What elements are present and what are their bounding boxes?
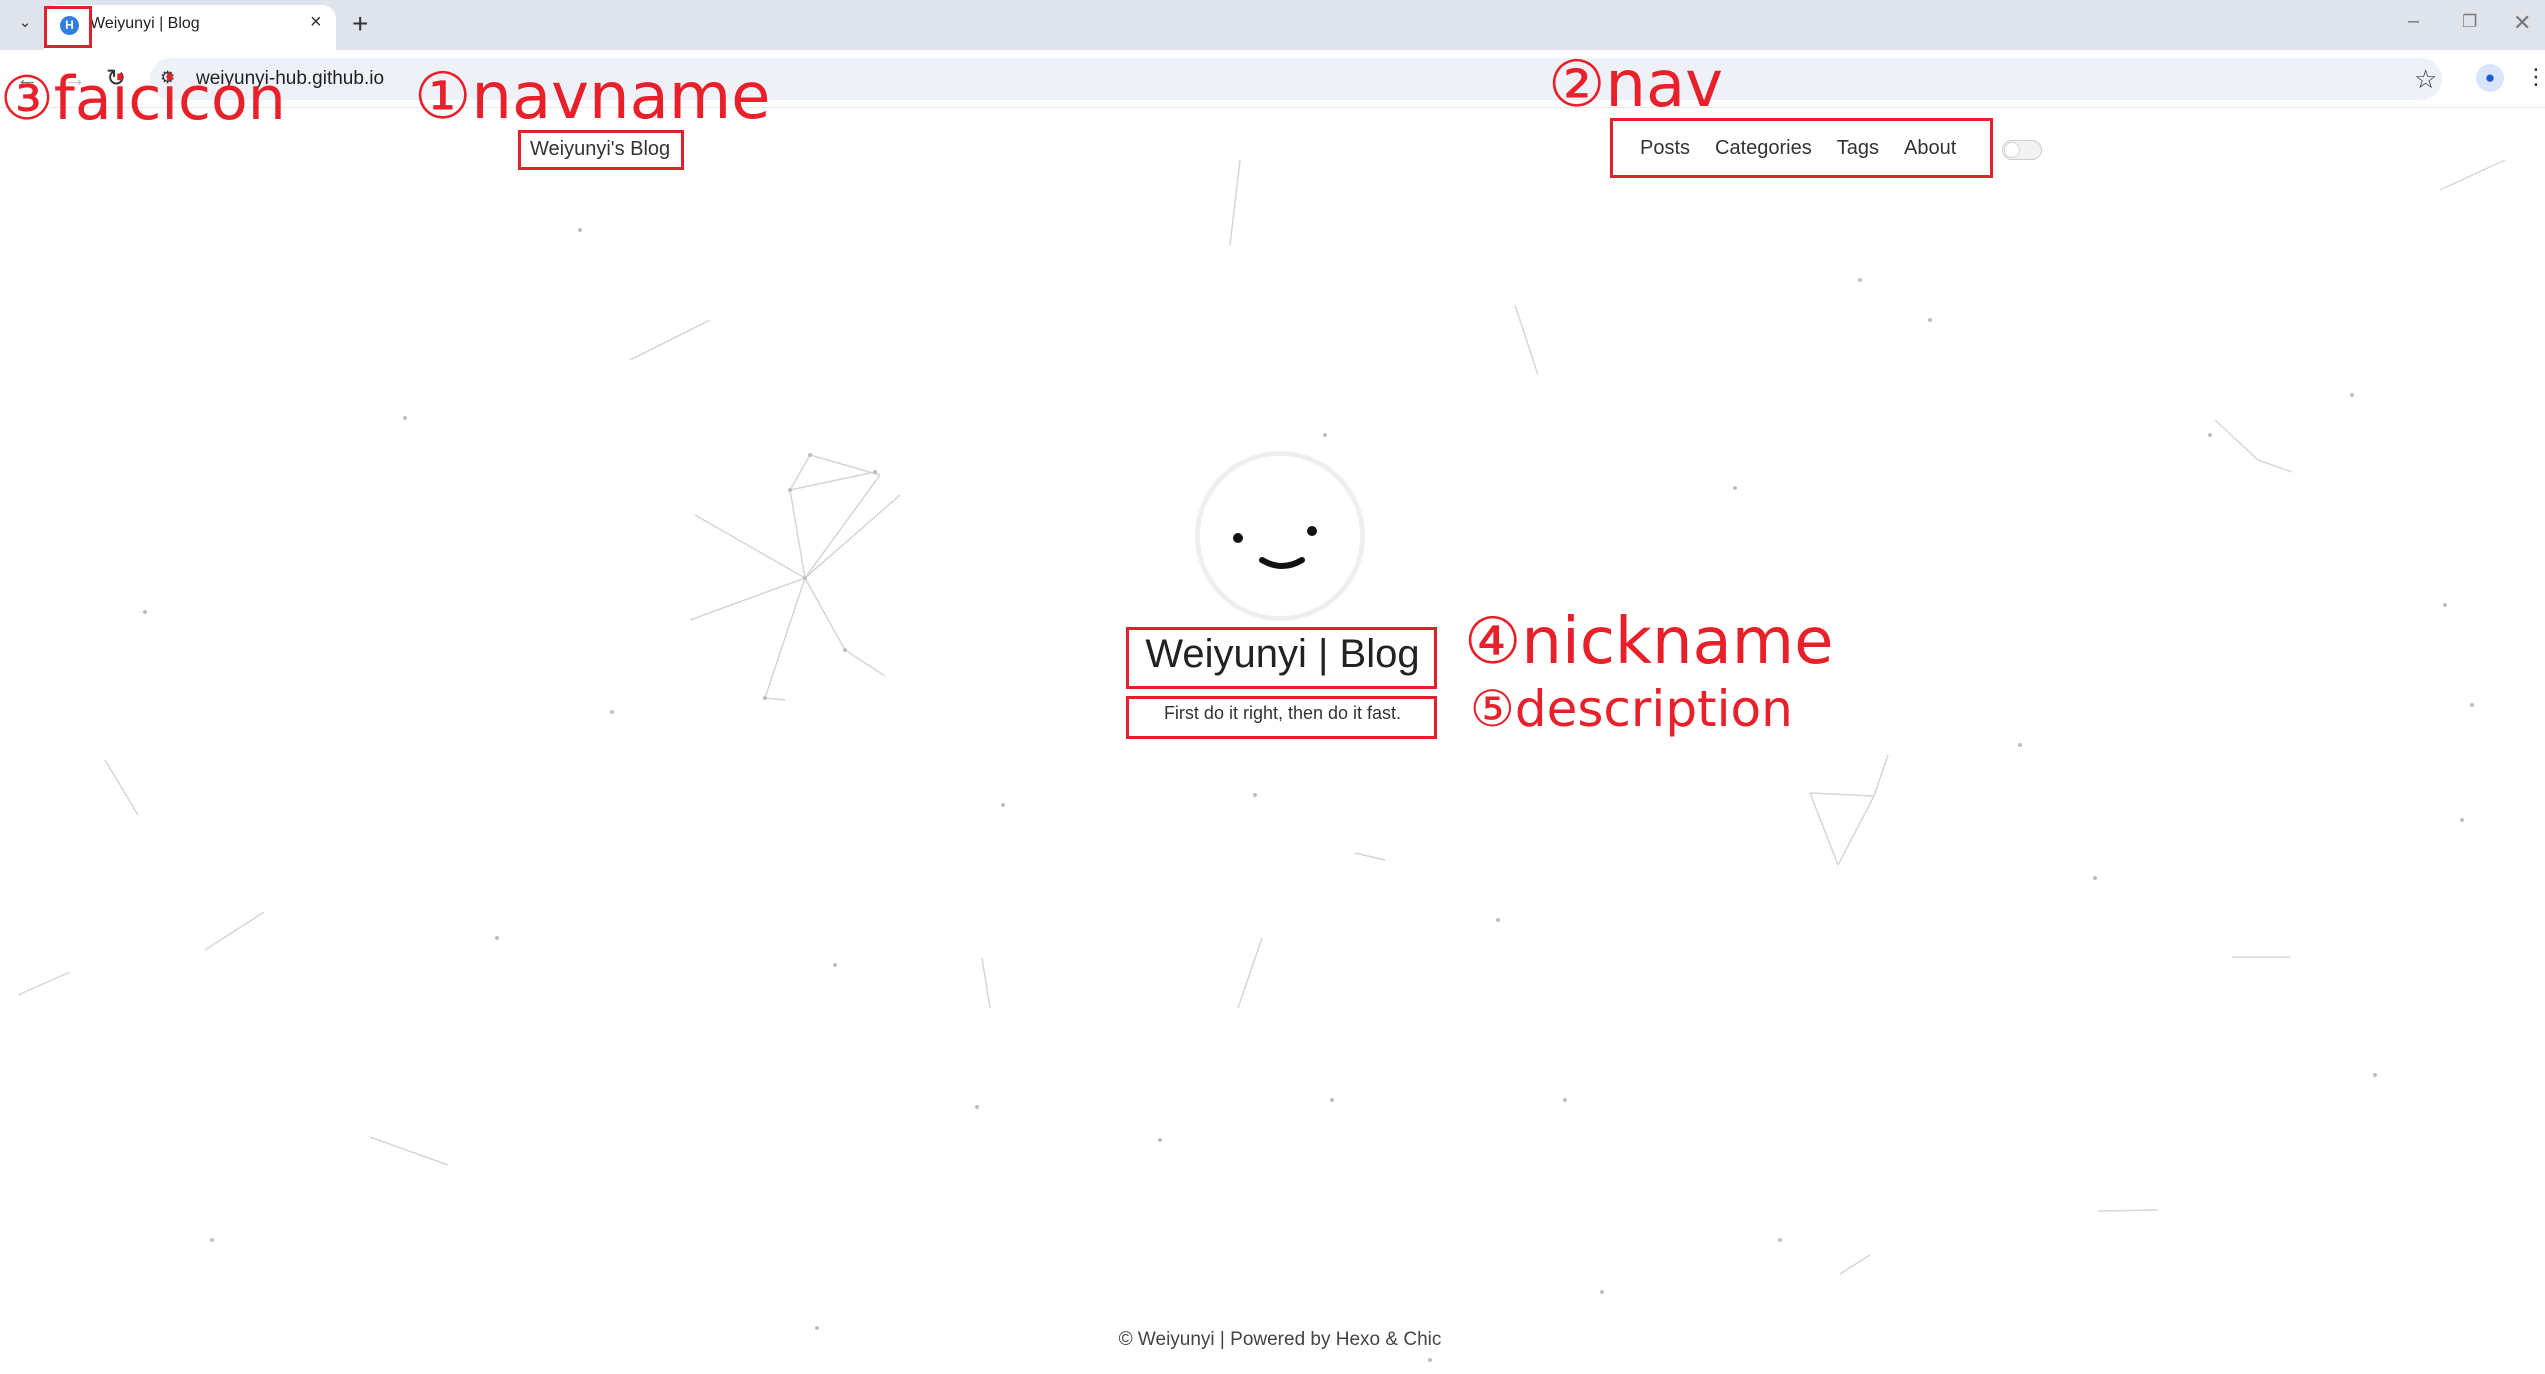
tab-list-button[interactable]: ⌄ (14, 12, 36, 34)
close-tab-icon[interactable]: × (310, 11, 322, 34)
chevron-down-icon: ⌄ (18, 14, 32, 31)
new-tab-button[interactable]: + (352, 8, 368, 40)
restore-window-icon[interactable]: ❐ (2462, 12, 2477, 32)
annotation-box-navname (518, 130, 684, 170)
close-window-icon[interactable]: ✕ (2513, 10, 2531, 36)
person-icon[interactable]: ● (2476, 64, 2504, 92)
minimize-window-icon[interactable]: – (2408, 10, 2419, 33)
tab-title: Weiyunyi | Blog (90, 15, 200, 32)
annotation-label-description: ⑤description (1470, 680, 1793, 738)
annotation-label-nav: ②nav (1548, 48, 1724, 122)
smiley-face-icon (1233, 526, 1317, 569)
annotation-box-favicon (44, 6, 92, 48)
annotation-label-nickname: ④nickname (1464, 605, 1834, 679)
annotation-label-favicon: ③faicicon (0, 64, 286, 134)
footer-text: © Weiyunyi | Powered by Hexo & Chic (1118, 1329, 1442, 1350)
toggle-knob (2004, 142, 2020, 158)
plus-icon: + (352, 8, 369, 39)
star-icon[interactable]: ☆ (2414, 64, 2437, 95)
annotation-box-nickname (1126, 627, 1437, 689)
particle-network-background (17, 159, 2506, 1362)
annotation-label-navname: ①navname (414, 60, 771, 134)
tab-strip (0, 0, 2545, 50)
annotation-box-description (1126, 696, 1437, 739)
avatar (1195, 451, 1365, 621)
kebab-menu-icon[interactable]: ⋮ (2525, 64, 2545, 90)
annotation-box-nav (1610, 118, 1993, 178)
